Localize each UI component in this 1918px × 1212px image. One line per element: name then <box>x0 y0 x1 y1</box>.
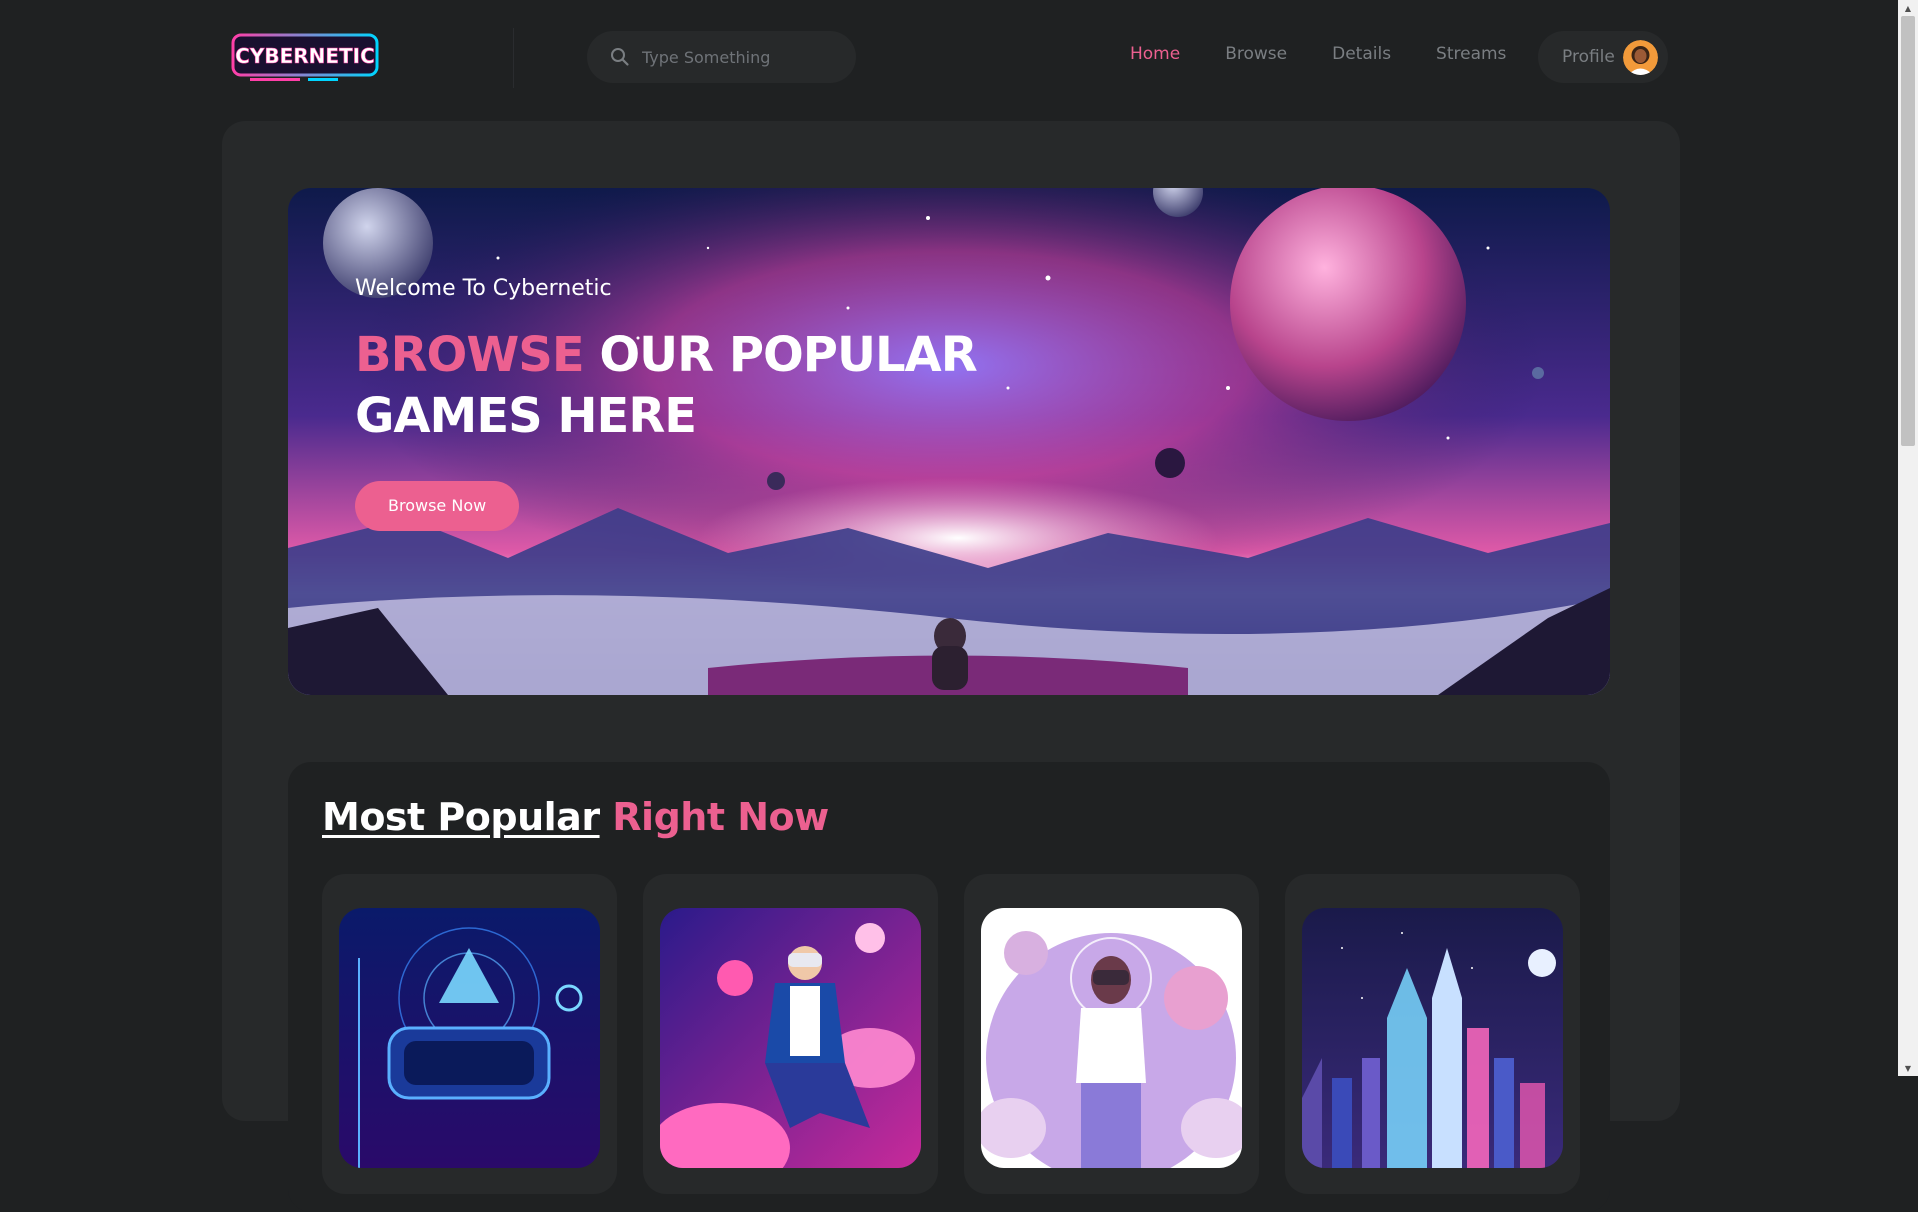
logo-graphic: CYBERNETIC <box>231 33 379 81</box>
hero-banner: Welcome To Cybernetic BROWSE OUR POPULAR… <box>288 188 1610 695</box>
header-divider <box>513 28 514 88</box>
search-icon <box>610 47 630 67</box>
banner-text: Welcome To Cybernetic BROWSE OUR POPULAR… <box>355 276 978 531</box>
page-scrollbar[interactable]: ▲ ▼ <box>1898 0 1918 1076</box>
scroll-down-arrow-icon[interactable]: ▼ <box>1898 1060 1918 1076</box>
game-card[interactable] <box>643 874 938 1194</box>
most-popular-section: Most Popular Right Now <box>288 762 1610 1212</box>
vr-girl-space-art <box>981 908 1242 1168</box>
profile-button[interactable]: Profile <box>1538 31 1668 83</box>
logo-text: CYBERNETIC <box>235 44 375 68</box>
nav-home[interactable]: Home <box>1130 44 1180 64</box>
avatar <box>1623 40 1658 75</box>
nav-streams[interactable]: Streams <box>1436 44 1506 64</box>
welcome-text: Welcome To Cybernetic <box>355 276 612 301</box>
vr-astronaut-art <box>660 908 921 1168</box>
title-most-popular[interactable]: Most Popular <box>322 795 600 839</box>
search-input[interactable] <box>640 46 840 68</box>
headline-accent: BROWSE <box>355 327 585 383</box>
site-header: CYBERNETIC Home Browse Details Streams P… <box>0 0 1898 118</box>
search-bar[interactable] <box>587 31 856 83</box>
game-card[interactable] <box>964 874 1259 1194</box>
game-card[interactable] <box>322 874 617 1194</box>
scroll-thumb[interactable] <box>1901 16 1915 446</box>
title-right-now: Right Now <box>612 795 829 839</box>
headline-line2: GAMES HERE <box>355 388 697 444</box>
profile-label: Profile <box>1562 47 1615 67</box>
main-nav: Home Browse Details Streams <box>1130 44 1551 64</box>
cybernetic-logo[interactable]: CYBERNETIC <box>230 30 380 86</box>
browse-now-button[interactable]: Browse Now <box>355 481 520 531</box>
scroll-up-arrow-icon[interactable]: ▲ <box>1898 0 1918 16</box>
nav-details[interactable]: Details <box>1332 44 1391 64</box>
page-content: Welcome To Cybernetic BROWSE OUR POPULAR… <box>222 121 1680 1212</box>
vr-headset-art <box>339 908 600 1168</box>
section-title: Most Popular Right Now <box>322 795 829 839</box>
nav-browse[interactable]: Browse <box>1225 44 1287 64</box>
headline-rest: OUR POPULAR <box>583 327 977 383</box>
astronaut-figure <box>932 618 968 690</box>
neon-city-art <box>1302 908 1563 1168</box>
game-card[interactable] <box>1285 874 1580 1194</box>
banner-headline: BROWSE OUR POPULAR GAMES HERE <box>355 325 978 447</box>
